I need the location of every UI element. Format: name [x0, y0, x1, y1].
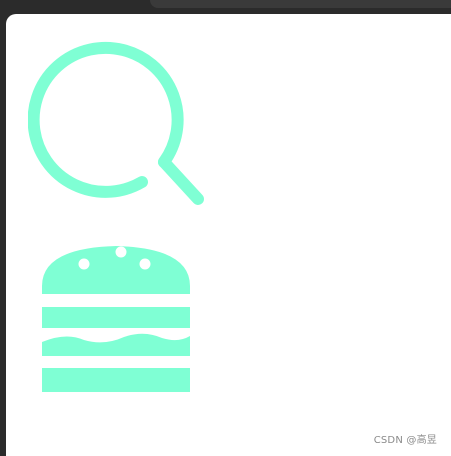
window-top-bar: [150, 0, 451, 8]
hamburger-food-icon: [42, 246, 190, 392]
search-icon: [28, 41, 204, 205]
watermark: CSDN @高昱: [373, 435, 437, 446]
canvas-panel: CSDN @高昱: [6, 14, 451, 456]
